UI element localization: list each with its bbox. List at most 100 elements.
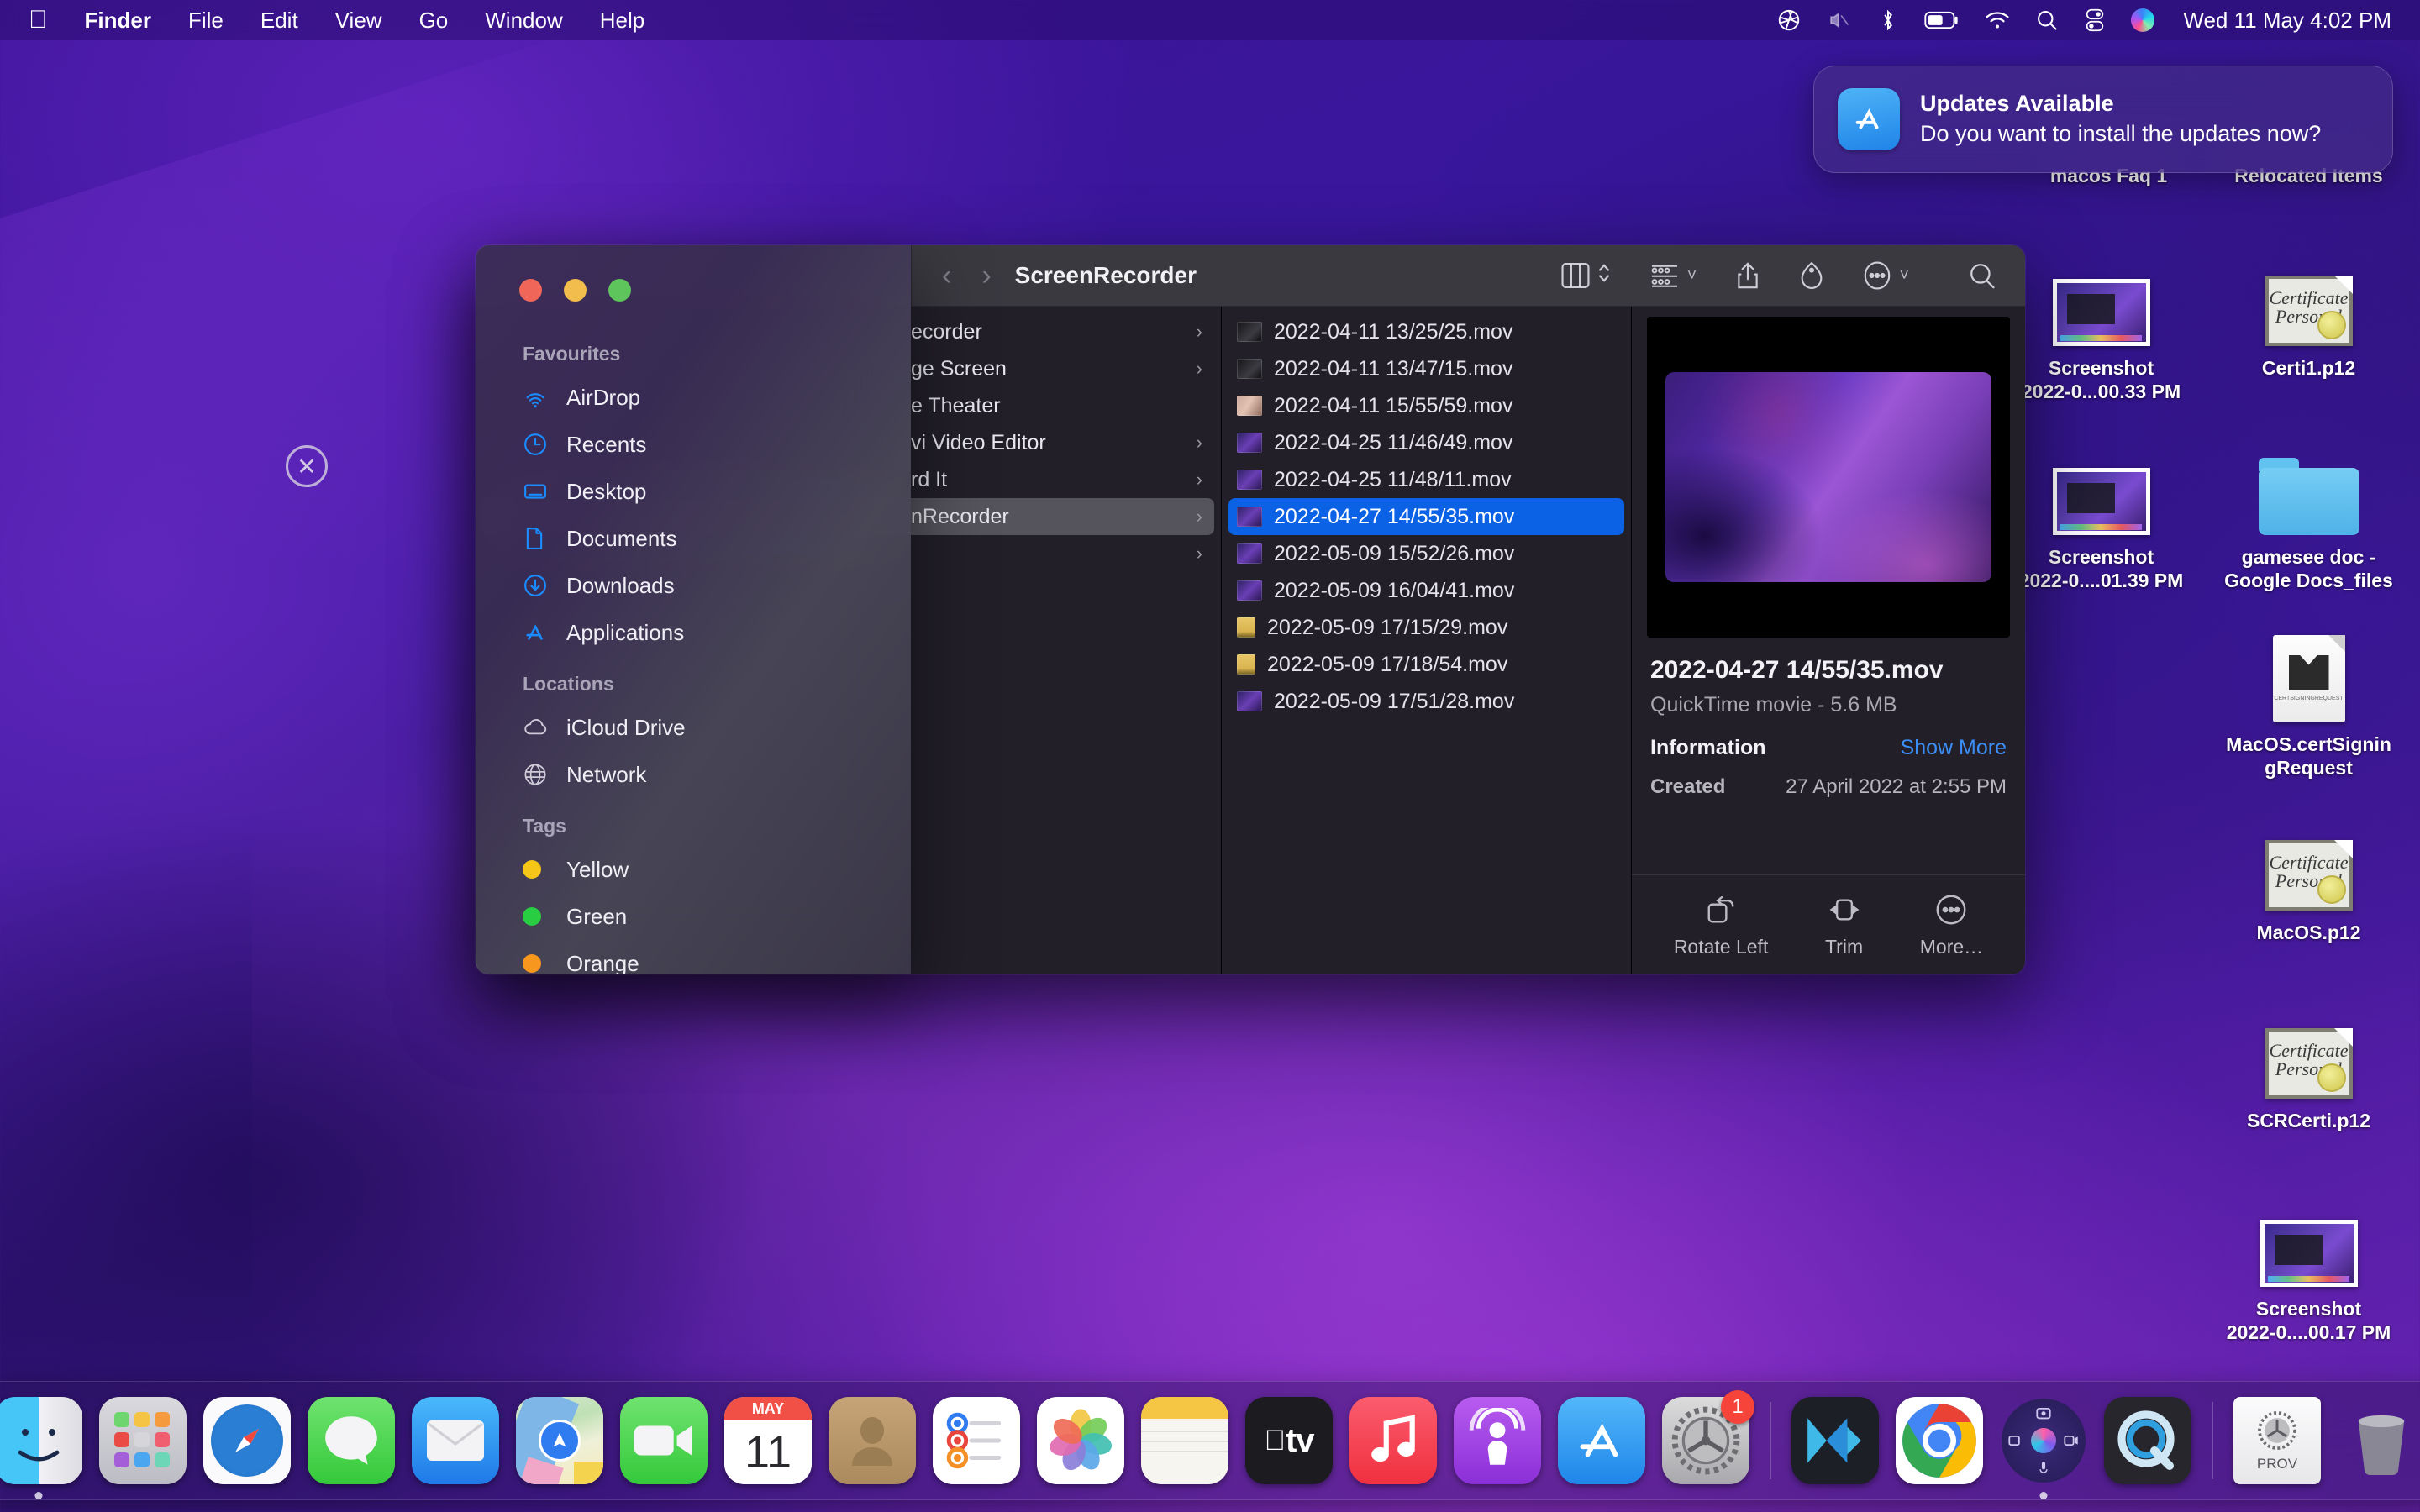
desktop-item[interactable]: CERTSIGNINGREQUEST MacOS.certSignin gRequ… — [2218, 628, 2399, 780]
volume-muted-icon[interactable] — [1827, 8, 1852, 33]
dock-item-messages[interactable] — [304, 1394, 398, 1488]
dock-item-quicktime-player[interactable] — [2101, 1394, 2195, 1488]
column-view-icon[interactable] — [1561, 261, 1611, 290]
finder-sidebar[interactable]: Favourites AirDrop Recents Desktop Documents… — [476, 245, 911, 974]
file-row[interactable]: 2022-04-11 15/55/59.mov — [1228, 387, 1624, 424]
chevron-down-icon[interactable]: ˅ — [1899, 266, 1909, 286]
sidebar-item-downloads[interactable]: Downloads — [476, 562, 911, 609]
dock-item-finder[interactable] — [0, 1394, 86, 1499]
dock-item-facetime[interactable] — [617, 1394, 711, 1488]
folder-row[interactable]: rd It › — [911, 461, 1214, 498]
ellipsis-circle-icon[interactable]: ˅ — [1863, 261, 1909, 290]
dock-item-tv[interactable]: tv — [1242, 1394, 1336, 1488]
dock-item-maps[interactable] — [513, 1394, 607, 1488]
menu-item-view[interactable]: View — [317, 8, 401, 34]
spotlight-search-icon[interactable] — [2035, 8, 2059, 32]
dock-item-trash[interactable] — [2334, 1394, 2420, 1488]
show-more-link[interactable]: Show More — [1901, 736, 2007, 760]
desktop-item[interactable]: Certificate Personal SCRCerti.p12 — [2218, 1005, 2399, 1132]
zoom-button[interactable] — [608, 279, 631, 302]
dock-item-mail[interactable] — [408, 1394, 502, 1488]
dock-item-screen-recorder[interactable] — [1996, 1394, 2091, 1499]
chevron-down-icon[interactable]: ˅ — [1687, 266, 1697, 286]
search-icon[interactable] — [1968, 261, 1996, 290]
desktop-item[interactable]: Certificate Personal Certi1.p12 — [2218, 252, 2399, 380]
file-row[interactable]: 2022-04-25 11/46/49.mov — [1228, 424, 1624, 461]
folder-row[interactable]: ecorder › — [911, 313, 1214, 350]
dock-item-contacts[interactable] — [825, 1394, 919, 1488]
dock-item-provisioning-profile[interactable]: PROV — [2230, 1394, 2324, 1488]
control-centre-icon[interactable] — [2084, 8, 2106, 32]
desktop-item[interactable]: Screenshot 2022-0....00.17 PM — [2218, 1193, 2399, 1344]
dock-item-app-store[interactable] — [1555, 1394, 1649, 1488]
close-button[interactable] — [519, 279, 542, 302]
minimise-button[interactable] — [564, 279, 587, 302]
finder-column-files[interactable]: 2022-04-11 13/25/25.mov 2022-04-11 13/47/… — [1222, 307, 1632, 974]
file-row[interactable]: 2022-04-25 11/48/11.mov — [1228, 461, 1624, 498]
dock-item-calendar[interactable]: MAY 11 — [721, 1394, 815, 1488]
group-by-icon[interactable]: ˅ — [1649, 262, 1697, 289]
menu-item-go[interactable]: Go — [401, 8, 467, 34]
siri-icon[interactable] — [2131, 8, 2155, 32]
trim-button[interactable]: Trim — [1825, 892, 1863, 958]
chevron-right-icon[interactable]: › — [966, 261, 1006, 290]
dock-item-notes[interactable] — [1138, 1394, 1232, 1488]
desktop-item[interactable]: Screenshot 2022-0...00.33 PM — [2011, 252, 2191, 403]
tag-icon[interactable] — [1799, 261, 1824, 290]
file-row[interactable]: 2022-04-27 14/55/35.mov — [1228, 498, 1624, 535]
menu-bar-clock[interactable]: Wed 11 May 4:02 PM — [2183, 8, 2391, 34]
file-row[interactable]: 2022-05-09 17/15/29.mov — [1228, 609, 1624, 646]
menu-item-finder[interactable]: Finder — [66, 8, 170, 34]
file-row[interactable]: 2022-05-09 16/04/41.mov — [1228, 572, 1624, 609]
sidebar-item-orange[interactable]: Orange — [476, 940, 911, 974]
file-row[interactable]: 2022-04-11 13/47/15.mov — [1228, 350, 1624, 387]
rotate-left-button[interactable]: Rotate Left — [1674, 892, 1768, 958]
sidebar-item-network[interactable]: Network — [476, 751, 911, 798]
sidebar-item-recents[interactable]: Recents — [476, 421, 911, 468]
updown-chevron-icon[interactable] — [1597, 261, 1611, 290]
dock-item-google-chrome[interactable] — [1892, 1394, 1986, 1488]
file-row[interactable]: 2022-05-09 15/52/26.mov — [1228, 535, 1624, 572]
folder-row[interactable]: e Theater — [911, 387, 1214, 424]
wifi-icon[interactable] — [1985, 10, 2010, 30]
menu-item-help[interactable]: Help — [581, 8, 663, 34]
finder-column-folders[interactable]: ecorder › ge Screen › e Theater vi Video Edit… — [911, 307, 1222, 974]
desktop-item[interactable]: gamesee doc - Google Docs_files — [2218, 441, 2399, 592]
screenshot-aperture-icon[interactable] — [1776, 8, 1802, 33]
notification-banner[interactable]: Updates Available Do you want to install… — [1813, 66, 2393, 173]
desktop-item[interactable]: Screenshot 2022-0....01.39 PM — [2011, 441, 2191, 592]
file-row[interactable]: 2022-05-09 17/18/54.mov — [1228, 646, 1624, 683]
sidebar-item-green[interactable]: Green — [476, 893, 911, 940]
sidebar-item-documents[interactable]: Documents — [476, 515, 911, 562]
preview-video-thumbnail[interactable] — [1647, 317, 2010, 638]
sidebar-item-desktop[interactable]: Desktop — [476, 468, 911, 515]
file-row[interactable]: 2022-05-09 17/51/28.mov — [1228, 683, 1624, 720]
folder-row[interactable]: vi Video Editor › — [911, 424, 1214, 461]
desktop-item[interactable]: Certificate Personal MacOS.p12 — [2218, 816, 2399, 944]
dock-item-podcasts[interactable] — [1450, 1394, 1544, 1488]
dock-item-movist[interactable] — [1788, 1394, 1882, 1488]
menu-item-window[interactable]: Window — [466, 8, 581, 34]
dock-item-photos[interactable] — [1034, 1394, 1128, 1488]
folder-row[interactable]: nRecorder › — [911, 498, 1214, 535]
close-circle-icon[interactable]: ✕ — [286, 445, 328, 487]
apple-logo-icon[interactable]:  — [0, 8, 66, 33]
folder-row[interactable]: › — [911, 535, 1214, 572]
file-row[interactable]: 2022-04-11 13/25/25.mov — [1228, 313, 1624, 350]
share-icon[interactable] — [1735, 261, 1760, 290]
dock-item-music[interactable] — [1346, 1394, 1440, 1488]
folder-row[interactable]: ge Screen › — [911, 350, 1214, 387]
sidebar-item-airdrop[interactable]: AirDrop — [476, 374, 911, 421]
menu-item-file[interactable]: File — [170, 8, 242, 34]
sidebar-item-applications[interactable]: Applications — [476, 609, 911, 656]
dock-item-safari[interactable] — [200, 1394, 294, 1488]
sidebar-item-icloud-drive[interactable]: iCloud Drive — [476, 704, 911, 751]
dock-item-reminders[interactable] — [929, 1394, 1023, 1488]
menu-item-edit[interactable]: Edit — [242, 8, 317, 34]
chevron-left-icon[interactable]: ‹ — [927, 261, 966, 290]
bluetooth-icon[interactable] — [1877, 8, 1899, 33]
battery-icon[interactable] — [1924, 10, 1960, 30]
dock-item-launchpad[interactable] — [96, 1394, 190, 1488]
more-button[interactable]: More… — [1920, 892, 1983, 958]
dock-item-system-preferences[interactable]: 1 — [1659, 1390, 1754, 1488]
